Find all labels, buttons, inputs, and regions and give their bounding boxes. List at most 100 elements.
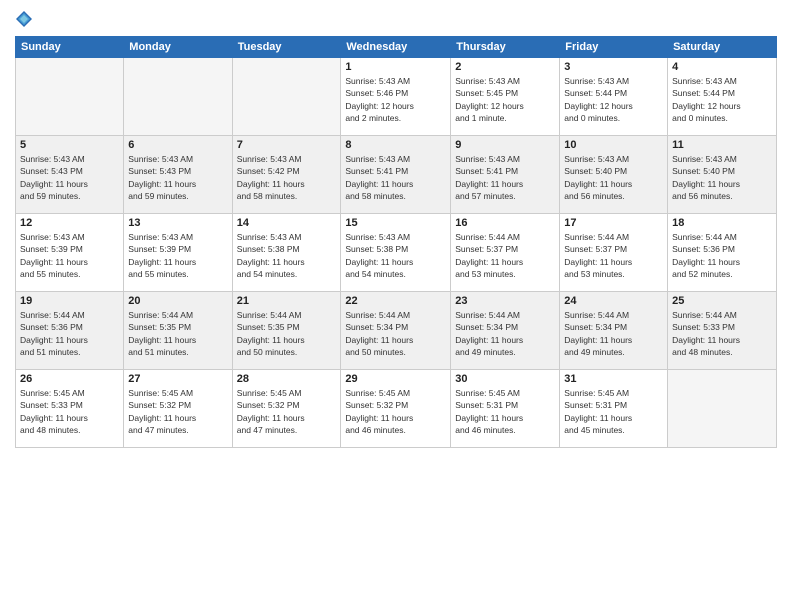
calendar-cell: 30 Sunrise: 5:45 AM Sunset: 5:31 PM Dayli… [451, 370, 560, 448]
calendar-cell: 5Sunrise: 5:43 AM Sunset: 5:43 PM Daylig… [16, 136, 124, 214]
weekday-header-tuesday: Tuesday [232, 37, 341, 58]
calendar-cell: 19 Sunrise: 5:44 AM Sunset: 5:36 PM Dayli… [16, 292, 124, 370]
day-number: 30 [455, 373, 555, 385]
day-number: 14 [237, 217, 337, 229]
day-info: Sunrise: 5:43 AM Sunset: 5:41 PM Dayligh… [345, 153, 446, 202]
day-info: Sunrise: 5:43 AM Sunset: 5:46 PM Dayligh… [345, 75, 446, 124]
day-number: 10 [564, 139, 663, 151]
weekday-header-sunday: Sunday [16, 37, 124, 58]
day-info: Sunrise: 5:44 AM Sunset: 5:34 PM Dayligh… [564, 309, 663, 358]
calendar-cell: 15 Sunrise: 5:43 AM Sunset: 5:38 PM Dayli… [341, 214, 451, 292]
day-number: 8 [345, 139, 446, 151]
page: SundayMondayTuesdayWednesdayThursdayFrid… [0, 0, 792, 612]
day-number: 23 [455, 295, 555, 307]
day-info: Sunrise: 5:43 AM Sunset: 5:44 PM Dayligh… [564, 75, 663, 124]
day-info: Sunrise: 5:43 AM Sunset: 5:38 PM Dayligh… [237, 231, 337, 280]
calendar-cell [16, 58, 124, 136]
calendar-cell: 27 Sunrise: 5:45 AM Sunset: 5:32 PM Dayli… [124, 370, 232, 448]
calendar-cell: 4 Sunrise: 5:43 AM Sunset: 5:44 PM Daylig… [668, 58, 777, 136]
day-info: Sunrise: 5:45 AM Sunset: 5:32 PM Dayligh… [237, 387, 337, 436]
calendar-cell: 29 Sunrise: 5:45 AM Sunset: 5:32 PM Dayli… [341, 370, 451, 448]
day-number: 27 [128, 373, 227, 385]
day-info: Sunrise: 5:43 AM Sunset: 5:43 PM Dayligh… [128, 153, 227, 202]
calendar-cell: 31Sunrise: 5:45 AM Sunset: 5:31 PM Dayli… [560, 370, 668, 448]
calendar-cell: 16 Sunrise: 5:44 AM Sunset: 5:37 PM Dayli… [451, 214, 560, 292]
calendar-cell: 21Sunrise: 5:44 AM Sunset: 5:35 PM Dayli… [232, 292, 341, 370]
day-number: 22 [345, 295, 446, 307]
day-info: Sunrise: 5:44 AM Sunset: 5:35 PM Dayligh… [128, 309, 227, 358]
day-info: Sunrise: 5:45 AM Sunset: 5:31 PM Dayligh… [455, 387, 555, 436]
day-info: Sunrise: 5:43 AM Sunset: 5:39 PM Dayligh… [20, 231, 119, 280]
day-info: Sunrise: 5:43 AM Sunset: 5:40 PM Dayligh… [672, 153, 772, 202]
calendar-cell: 18 Sunrise: 5:44 AM Sunset: 5:36 PM Dayli… [668, 214, 777, 292]
day-number: 21 [237, 295, 337, 307]
calendar-cell: 1 Sunrise: 5:43 AM Sunset: 5:46 PM Daylig… [341, 58, 451, 136]
day-number: 11 [672, 139, 772, 151]
day-info: Sunrise: 5:43 AM Sunset: 5:39 PM Dayligh… [128, 231, 227, 280]
day-number: 31 [564, 373, 663, 385]
weekday-header-wednesday: Wednesday [341, 37, 451, 58]
calendar-cell: 22 Sunrise: 5:44 AM Sunset: 5:34 PM Dayli… [341, 292, 451, 370]
week-row-5: 26 Sunrise: 5:45 AM Sunset: 5:33 PM Dayli… [16, 370, 777, 448]
calendar-cell [232, 58, 341, 136]
day-number: 1 [345, 61, 446, 73]
day-number: 4 [672, 61, 772, 73]
day-info: Sunrise: 5:45 AM Sunset: 5:32 PM Dayligh… [128, 387, 227, 436]
day-info: Sunrise: 5:45 AM Sunset: 5:32 PM Dayligh… [345, 387, 446, 436]
day-info: Sunrise: 5:44 AM Sunset: 5:37 PM Dayligh… [564, 231, 663, 280]
day-info: Sunrise: 5:43 AM Sunset: 5:41 PM Dayligh… [455, 153, 555, 202]
calendar-cell: 24Sunrise: 5:44 AM Sunset: 5:34 PM Dayli… [560, 292, 668, 370]
day-number: 15 [345, 217, 446, 229]
week-row-4: 19 Sunrise: 5:44 AM Sunset: 5:36 PM Dayli… [16, 292, 777, 370]
calendar-cell: 7Sunrise: 5:43 AM Sunset: 5:42 PM Daylig… [232, 136, 341, 214]
day-number: 28 [237, 373, 337, 385]
day-info: Sunrise: 5:44 AM Sunset: 5:36 PM Dayligh… [672, 231, 772, 280]
weekday-header-friday: Friday [560, 37, 668, 58]
day-number: 29 [345, 373, 446, 385]
day-number: 13 [128, 217, 227, 229]
day-number: 17 [564, 217, 663, 229]
header [15, 10, 777, 28]
calendar-cell: 14 Sunrise: 5:43 AM Sunset: 5:38 PM Dayli… [232, 214, 341, 292]
day-number: 16 [455, 217, 555, 229]
day-info: Sunrise: 5:44 AM Sunset: 5:37 PM Dayligh… [455, 231, 555, 280]
calendar-cell: 12 Sunrise: 5:43 AM Sunset: 5:39 PM Dayli… [16, 214, 124, 292]
day-info: Sunrise: 5:43 AM Sunset: 5:44 PM Dayligh… [672, 75, 772, 124]
day-number: 7 [237, 139, 337, 151]
calendar-cell: 3 Sunrise: 5:43 AM Sunset: 5:44 PM Daylig… [560, 58, 668, 136]
day-info: Sunrise: 5:44 AM Sunset: 5:34 PM Dayligh… [345, 309, 446, 358]
day-number: 3 [564, 61, 663, 73]
day-number: 26 [20, 373, 119, 385]
day-info: Sunrise: 5:45 AM Sunset: 5:33 PM Dayligh… [20, 387, 119, 436]
logo-icon [15, 10, 33, 28]
calendar-cell: 26 Sunrise: 5:45 AM Sunset: 5:33 PM Dayli… [16, 370, 124, 448]
calendar-cell: 17 Sunrise: 5:44 AM Sunset: 5:37 PM Dayli… [560, 214, 668, 292]
week-row-1: 1 Sunrise: 5:43 AM Sunset: 5:46 PM Daylig… [16, 58, 777, 136]
calendar-cell: 25 Sunrise: 5:44 AM Sunset: 5:33 PM Dayli… [668, 292, 777, 370]
calendar-cell: 13 Sunrise: 5:43 AM Sunset: 5:39 PM Dayli… [124, 214, 232, 292]
weekday-header-saturday: Saturday [668, 37, 777, 58]
day-number: 19 [20, 295, 119, 307]
day-info: Sunrise: 5:44 AM Sunset: 5:33 PM Dayligh… [672, 309, 772, 358]
logo [15, 10, 35, 28]
week-row-3: 12 Sunrise: 5:43 AM Sunset: 5:39 PM Dayli… [16, 214, 777, 292]
calendar-cell: 2Sunrise: 5:43 AM Sunset: 5:45 PM Daylig… [451, 58, 560, 136]
day-info: Sunrise: 5:43 AM Sunset: 5:40 PM Dayligh… [564, 153, 663, 202]
calendar-cell: 9 Sunrise: 5:43 AM Sunset: 5:41 PM Daylig… [451, 136, 560, 214]
week-row-2: 5Sunrise: 5:43 AM Sunset: 5:43 PM Daylig… [16, 136, 777, 214]
calendar-cell: 23Sunrise: 5:44 AM Sunset: 5:34 PM Dayli… [451, 292, 560, 370]
day-number: 6 [128, 139, 227, 151]
weekday-header-monday: Monday [124, 37, 232, 58]
day-info: Sunrise: 5:43 AM Sunset: 5:43 PM Dayligh… [20, 153, 119, 202]
calendar-cell: 28 Sunrise: 5:45 AM Sunset: 5:32 PM Dayli… [232, 370, 341, 448]
day-number: 9 [455, 139, 555, 151]
calendar-cell [124, 58, 232, 136]
day-info: Sunrise: 5:44 AM Sunset: 5:36 PM Dayligh… [20, 309, 119, 358]
day-number: 18 [672, 217, 772, 229]
day-number: 25 [672, 295, 772, 307]
weekday-header-thursday: Thursday [451, 37, 560, 58]
day-number: 2 [455, 61, 555, 73]
calendar-cell [668, 370, 777, 448]
day-info: Sunrise: 5:43 AM Sunset: 5:38 PM Dayligh… [345, 231, 446, 280]
day-number: 12 [20, 217, 119, 229]
